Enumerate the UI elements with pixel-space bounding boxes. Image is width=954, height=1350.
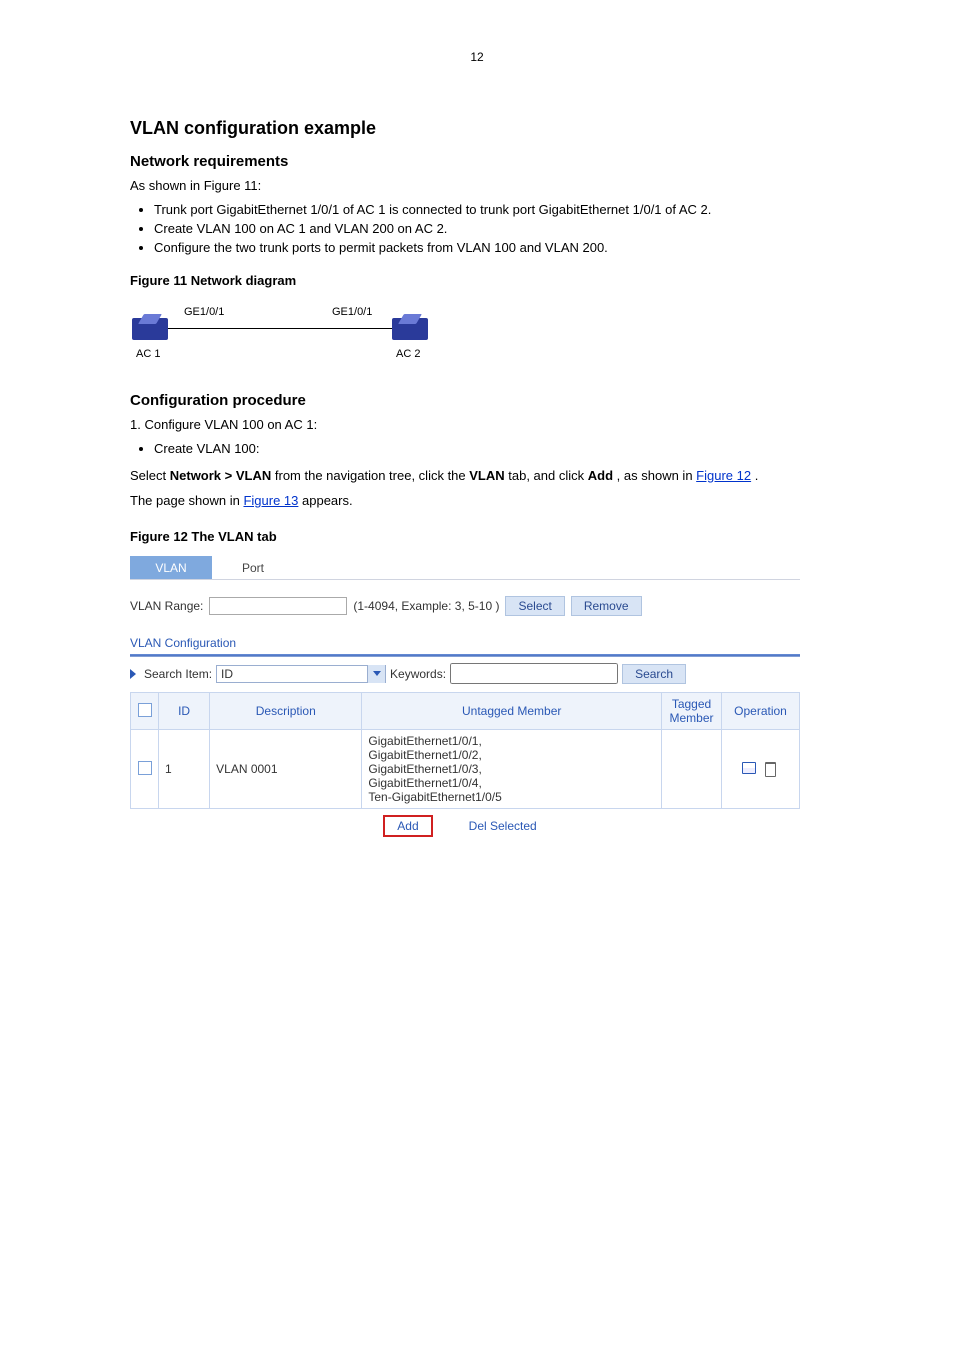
vlan-config-title: VLAN Configuration	[130, 636, 800, 650]
del-selected-button[interactable]: Del Selected	[459, 817, 547, 835]
cell-untagged: GigabitEthernet1/0/1, GigabitEthernet1/0…	[362, 730, 662, 809]
col-description[interactable]: Description	[210, 693, 362, 730]
step-nav-tab: VLAN	[469, 468, 504, 483]
search-item-label: Search Item:	[144, 667, 212, 681]
search-item-select[interactable]: ID	[216, 665, 386, 683]
add-button-highlight: Add	[383, 815, 432, 837]
page-number: 12	[470, 50, 483, 64]
page-appears-before: The page shown in	[130, 493, 243, 508]
cell-id: 1	[159, 730, 210, 809]
tab-port[interactable]: Port	[212, 556, 294, 579]
heading-procedure: Configuration procedure	[130, 392, 824, 409]
figure12-caption: Figure 12 The VLAN tab	[130, 527, 824, 547]
step-1: 1. Configure VLAN 100 on AC 1:	[130, 415, 824, 435]
vlan-config-panel: VLAN Port VLAN Range: (1-4094, Example: …	[130, 556, 800, 837]
vlan-range-input[interactable]	[209, 597, 347, 615]
link-figure12[interactable]: Figure 12	[696, 468, 751, 483]
col-tagged[interactable]: Tagged Member	[662, 693, 722, 730]
select-all-checkbox[interactable]	[138, 703, 152, 717]
label-ge-right: GE1/0/1	[332, 306, 372, 318]
col-id[interactable]: ID	[159, 693, 210, 730]
col-operation: Operation	[722, 693, 800, 730]
step-nav: Select Network > VLAN from the navigatio…	[130, 466, 824, 486]
chevron-down-icon[interactable]	[367, 665, 385, 683]
step-1-text: Configure VLAN 100 on AC 1:	[144, 417, 317, 432]
step-1-sub: Create VLAN 100:	[154, 441, 824, 456]
search-item-value: ID	[217, 667, 367, 681]
connection-line	[168, 328, 394, 329]
req-intro: As shown in Figure 11:	[130, 176, 824, 196]
step-nav-end: .	[755, 468, 759, 483]
select-button[interactable]: Select	[505, 596, 564, 616]
req-item-1: Trunk port GigabitEthernet 1/0/1 of AC 1…	[154, 202, 824, 217]
figure1-diagram: GE1/0/1 GE1/0/1 AC 1 AC 2	[130, 302, 430, 372]
step-1-num: 1.	[130, 417, 144, 432]
step-nav-after3: , as shown in	[617, 468, 697, 483]
edit-icon[interactable]	[742, 762, 756, 776]
search-marker-icon	[130, 669, 136, 679]
vlan-range-label: VLAN Range:	[130, 599, 203, 613]
device-ac2-icon	[392, 318, 428, 340]
step-nav-after: from the navigation tree, click the	[275, 468, 469, 483]
page-appears-after: appears.	[302, 493, 353, 508]
step-nav-before: Select	[130, 468, 170, 483]
label-ac2: AC 2	[396, 348, 420, 360]
tab-bar: VLAN Port	[130, 556, 800, 580]
blue-divider	[130, 654, 800, 657]
keywords-input[interactable]	[450, 663, 618, 684]
table-row: 1 VLAN 0001 GigabitEthernet1/0/1, Gigabi…	[131, 730, 800, 809]
heading-example: VLAN configuration example	[130, 118, 824, 139]
req-item-2: Create VLAN 100 on AC 1 and VLAN 200 on …	[154, 221, 824, 236]
heading-netreq: Network requirements	[130, 153, 824, 170]
search-button[interactable]: Search	[622, 664, 686, 684]
step-page-appears: The page shown in Figure 13 appears.	[130, 491, 824, 511]
delete-icon[interactable]	[765, 762, 779, 776]
figure1-caption: Figure 11 Network diagram	[130, 271, 824, 291]
req-item-3: Configure the two trunk ports to permit …	[154, 240, 824, 255]
cell-tagged	[662, 730, 722, 809]
device-ac1-icon	[132, 318, 168, 340]
col-untagged[interactable]: Untagged Member	[362, 693, 662, 730]
add-button[interactable]: Add	[387, 817, 428, 835]
vlan-range-hint: (1-4094, Example: 3, 5-10 )	[353, 599, 499, 613]
link-figure13[interactable]: Figure 13	[243, 493, 298, 508]
cell-description: VLAN 0001	[210, 730, 362, 809]
step-nav-path: Network > VLAN	[170, 468, 272, 483]
label-ge-left: GE1/0/1	[184, 306, 224, 318]
label-ac1: AC 1	[136, 348, 160, 360]
remove-button[interactable]: Remove	[571, 596, 642, 616]
vlan-table: ID Description Untagged Member Tagged Me…	[130, 692, 800, 809]
tab-vlan[interactable]: VLAN	[130, 556, 212, 579]
step-nav-after2: tab, and click	[508, 468, 588, 483]
keywords-label: Keywords:	[390, 667, 446, 681]
step-nav-btn: Add	[588, 468, 613, 483]
row-checkbox[interactable]	[138, 761, 152, 775]
